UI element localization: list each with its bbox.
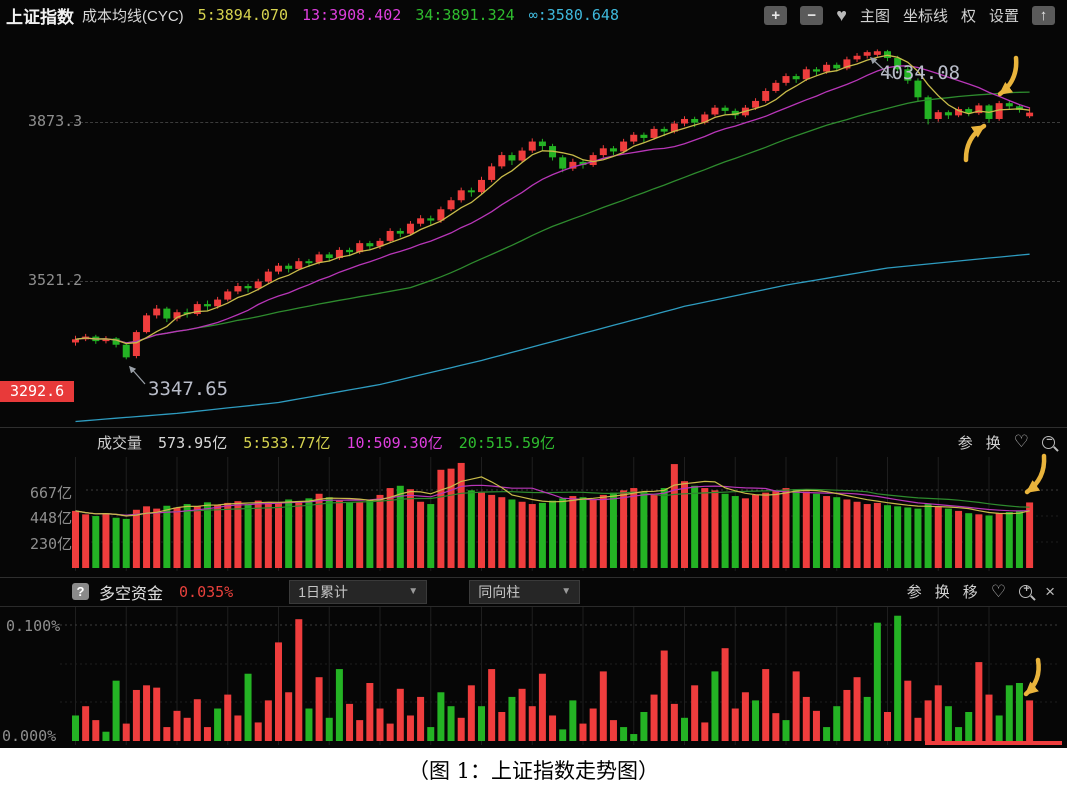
main-candlestick-chart[interactable] xyxy=(0,30,1067,427)
favorite-icon[interactable]: ♥ xyxy=(836,5,847,26)
indicator-zoom-in-icon[interactable] xyxy=(1019,585,1032,598)
coordinate-axis-menu[interactable]: 坐标线 xyxy=(903,5,948,26)
period-dropdown[interactable]: 1日累计 ▼ xyxy=(289,580,427,604)
indicator-bar-chart[interactable] xyxy=(0,607,1067,748)
stock-chart-app: 上证指数 成本均线(CYC) 5:3894.070 13:3908.402 34… xyxy=(0,0,1067,748)
cycinf-value: ∞:3580.648 xyxy=(529,6,619,24)
zoom-in-button[interactable]: + xyxy=(764,6,787,25)
cyc13-value: 13:3908.402 xyxy=(302,6,401,24)
volume-favorite-icon[interactable]: ♡ xyxy=(1014,432,1029,452)
chevron-down-icon: ▼ xyxy=(408,586,418,597)
indicator-name: 成本均线(CYC) xyxy=(82,5,184,26)
caption-bar: （图 1：上证指数走势图） xyxy=(0,748,1067,791)
indicator-switch-button[interactable]: 换 xyxy=(935,581,950,602)
indicator-value: 0.035% xyxy=(179,583,233,601)
zoom-out-button[interactable]: − xyxy=(800,6,823,25)
indicator-move-button[interactable]: 移 xyxy=(963,581,978,602)
volume-param-button[interactable]: 参 xyxy=(958,432,973,453)
peak-price-annotation: 4034.08 xyxy=(880,62,960,84)
volume-pane-header: 成交量 573.95亿 5:533.77亿 10:509.30亿 20:515.… xyxy=(0,427,1067,457)
help-icon[interactable]: ? xyxy=(72,583,89,600)
indicator-param-button[interactable]: 参 xyxy=(907,581,922,602)
volume-ma20: 20:515.59亿 xyxy=(459,432,555,453)
volume-bar-chart[interactable] xyxy=(0,457,1067,577)
chevron-down-icon: ▼ xyxy=(561,586,571,597)
indicator-favorite-icon[interactable]: ♡ xyxy=(991,582,1006,602)
figure-caption: （图 1：上证指数走势图） xyxy=(408,755,659,785)
index-title: 上证指数 xyxy=(6,3,74,28)
volume-current: 573.95亿 xyxy=(158,432,227,453)
cyc34-value: 34:3891.324 xyxy=(415,6,514,24)
volume-label: 成交量 xyxy=(97,432,142,453)
indicator-pane-header: ? 多空资金 0.035% 1日累计 ▼ 同向柱 ▼ 参 换 移 ♡ × xyxy=(0,577,1067,607)
period-dropdown-value: 1日累计 xyxy=(298,582,348,602)
volume-switch-button[interactable]: 换 xyxy=(986,432,1001,453)
style-dropdown-value: 同向柱 xyxy=(478,582,520,602)
cyc5-value: 5:3894.070 xyxy=(198,6,288,24)
close-icon[interactable]: × xyxy=(1045,582,1055,602)
screenshot-stage: 上证指数 成本均线(CYC) 5:3894.070 13:3908.402 34… xyxy=(0,0,1067,791)
indicator-label: 多空资金 xyxy=(99,580,163,604)
volume-zoom-out-icon[interactable] xyxy=(1042,436,1055,449)
volume-ma5: 5:533.77亿 xyxy=(243,432,330,453)
main-chart-menu[interactable]: 主图 xyxy=(860,5,890,26)
rights-adjust-button[interactable]: 权 xyxy=(961,5,976,26)
low-price-annotation: 3347.65 xyxy=(148,378,228,400)
main-chart-header: 上证指数 成本均线(CYC) 5:3894.070 13:3908.402 34… xyxy=(0,0,1067,30)
style-dropdown[interactable]: 同向柱 ▼ xyxy=(469,580,580,604)
settings-button[interactable]: 设置 xyxy=(989,5,1019,26)
expand-pane-button[interactable]: ↑ xyxy=(1032,6,1055,25)
volume-ma10: 10:509.30亿 xyxy=(346,432,442,453)
